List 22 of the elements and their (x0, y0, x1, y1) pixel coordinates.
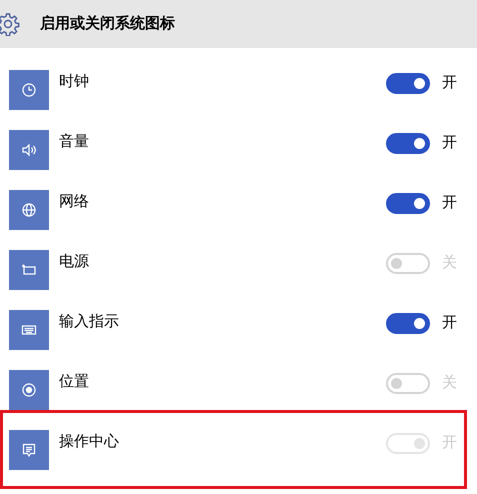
item-label: 输入指示 (59, 312, 119, 332)
clock-icon (21, 82, 37, 98)
item-label: 音量 (59, 132, 89, 152)
toggle-state-label: 开 (442, 73, 457, 93)
item-label: 网络 (59, 192, 89, 212)
toggle-state-label: 开 (442, 133, 457, 153)
settings-icon (0, 12, 20, 36)
item-label: 时钟 (59, 72, 89, 92)
header-title: 启用或关闭系统图标 (40, 14, 175, 34)
speaker-icon (21, 142, 37, 158)
toggle-switch[interactable] (386, 133, 430, 154)
item-label: 位置 (59, 372, 89, 392)
item-label: 操作中心 (59, 432, 119, 452)
location-icon (21, 382, 37, 398)
toggle-state-label: 开 (442, 193, 457, 213)
toggle-switch[interactable] (386, 73, 430, 94)
message-icon (21, 442, 37, 458)
toggle-switch[interactable] (386, 193, 430, 214)
globe-icon (21, 202, 37, 218)
item-label: 电源 (59, 252, 89, 272)
toggle-state-label: 开 (442, 313, 457, 333)
toggle-switch[interactable] (386, 313, 430, 334)
